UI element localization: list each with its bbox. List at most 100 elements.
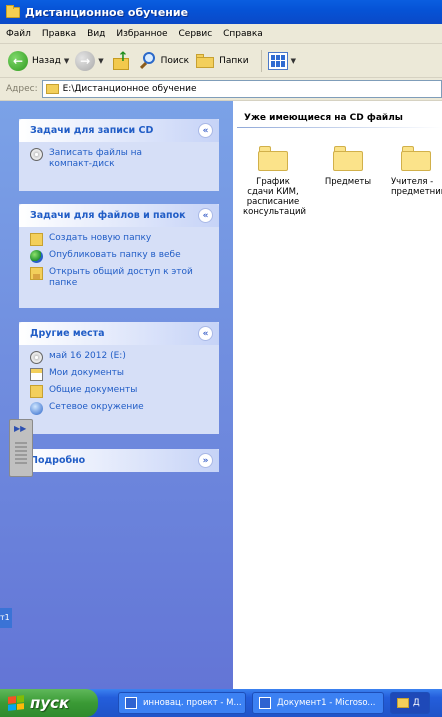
- chevron-down-icon[interactable]: ▼: [291, 57, 296, 65]
- folder-label: Учителя - предметник: [391, 177, 442, 197]
- new-folder-icon: [30, 233, 43, 246]
- cd-burn-icon: [30, 148, 43, 161]
- other-places-title: Другие места: [30, 328, 105, 339]
- title-bar[interactable]: Дистанционное обучение: [0, 0, 442, 24]
- chevron-down-icon[interactable]: ▼: [64, 57, 69, 65]
- search-icon: [138, 51, 158, 71]
- up-button[interactable]: ↑: [110, 50, 132, 72]
- forward-arrow-icon: →: [75, 50, 96, 71]
- other-places-panel: Другие места « май 16 2012 (E:) Мои доку…: [19, 322, 219, 434]
- menu-help[interactable]: Справка: [223, 29, 263, 39]
- toolbar: ← Назад ▼ → ▼ ↑ Поиск Папки ▼: [0, 44, 442, 78]
- start-label: пуск: [30, 694, 70, 712]
- folder-label: Предметы: [324, 177, 372, 187]
- collapse-icon[interactable]: «: [198, 326, 213, 341]
- address-bar: Адрес: E:\Дистанционное обучение: [0, 78, 442, 101]
- word-icon: [125, 697, 137, 709]
- address-input[interactable]: E:\Дистанционное обучение: [41, 80, 442, 98]
- file-tasks-title: Задачи для файлов и папок: [30, 210, 186, 221]
- collapse-icon[interactable]: «: [198, 123, 213, 138]
- group-header: Уже имеющиеся на CD файлы: [244, 113, 403, 123]
- place-label: май 16 2012 (E:): [49, 351, 126, 361]
- views-button[interactable]: ▼: [267, 51, 296, 70]
- place-my-documents[interactable]: Мои документы: [30, 368, 211, 381]
- cd-tasks-title: Задачи для записи CD: [30, 125, 154, 136]
- task-share-folder[interactable]: Открыть общий доступ к этой папке: [30, 267, 211, 289]
- chevron-down-icon[interactable]: ▼: [98, 57, 103, 65]
- back-button[interactable]: ← Назад ▼: [8, 50, 69, 71]
- menu-file[interactable]: Файл: [6, 29, 31, 39]
- cd-tasks-header[interactable]: Задачи для записи CD «: [19, 119, 219, 142]
- grip-icon: [15, 442, 27, 466]
- place-shared-documents[interactable]: Общие документы: [30, 385, 211, 398]
- share-folder-icon: [30, 267, 43, 280]
- back-label: Назад: [32, 55, 61, 66]
- menu-edit[interactable]: Правка: [42, 29, 76, 39]
- back-arrow-icon: ←: [8, 50, 28, 71]
- globe-icon: [30, 250, 43, 263]
- place-label: Общие документы: [49, 385, 138, 395]
- hidden-window-fragment[interactable]: т1: [0, 608, 12, 628]
- taskbar: пуск инновац. проект - M... Документ1 - …: [0, 689, 442, 717]
- collapse-icon[interactable]: «: [198, 208, 213, 223]
- folder-icon: [397, 698, 409, 708]
- file-list-area[interactable]: Уже имеющиеся на CD файлы График сдачи К…: [233, 101, 442, 689]
- taskbar-item[interactable]: Документ1 - Microso...: [252, 692, 384, 714]
- cd-tasks-panel: Задачи для записи CD « Записать файлы на…: [19, 119, 219, 191]
- taskbar-item[interactable]: Д: [390, 692, 430, 714]
- address-value: E:\Дистанционное обучение: [62, 84, 197, 94]
- forward-button[interactable]: → ▼: [75, 50, 104, 71]
- place-network[interactable]: Сетевое окружение: [30, 402, 211, 415]
- taskbar-item-label: инновац. проект - M...: [143, 698, 242, 708]
- folder-item[interactable]: Учителя - предметник: [385, 145, 442, 197]
- cd-drive-icon: [30, 351, 43, 364]
- menu-view[interactable]: Вид: [87, 29, 105, 39]
- task-pane: Задачи для записи CD « Записать файлы на…: [0, 101, 233, 689]
- menu-tools[interactable]: Сервис: [179, 29, 213, 39]
- folder-icon: [401, 145, 431, 171]
- folder-item[interactable]: Предметы: [318, 145, 378, 187]
- side-grip-handle[interactable]: ▶▶: [9, 419, 33, 477]
- group-divider: [237, 127, 442, 128]
- folder-icon: [6, 4, 20, 18]
- task-publish-web[interactable]: Опубликовать папку в вебе: [30, 250, 211, 263]
- folders-icon: [195, 53, 215, 69]
- task-label: Опубликовать папку в вебе: [49, 250, 181, 260]
- task-label: Открыть общий доступ к этой папке: [49, 267, 193, 288]
- folder-icon: [45, 84, 59, 94]
- menu-favorites[interactable]: Избранное: [116, 29, 167, 39]
- place-label: Сетевое окружение: [49, 402, 144, 412]
- folder-item[interactable]: График сдачи КИМ, расписание консультаци…: [243, 145, 307, 217]
- folders-label: Папки: [219, 55, 249, 66]
- details-panel: Подробно »: [19, 449, 219, 472]
- other-places-header[interactable]: Другие места «: [19, 322, 219, 345]
- folder-icon: [258, 145, 288, 171]
- search-button[interactable]: Поиск: [138, 51, 189, 71]
- menu-bar: Файл Правка Вид Избранное Сервис Справка: [0, 24, 442, 44]
- taskbar-item-label: Д: [413, 698, 420, 708]
- file-tasks-header[interactable]: Задачи для файлов и папок «: [19, 204, 219, 227]
- toolbar-separator: [260, 49, 262, 72]
- my-documents-icon: [30, 368, 43, 381]
- network-icon: [30, 402, 43, 415]
- task-burn-files[interactable]: Записать файлы на компакт-диск: [30, 148, 211, 170]
- task-label: Создать новую папку: [49, 233, 152, 243]
- views-icon: [267, 51, 288, 70]
- expand-arrow-icon: ▶▶: [14, 424, 27, 433]
- address-label: Адрес:: [6, 84, 38, 94]
- word-icon: [259, 697, 271, 709]
- start-button[interactable]: пуск: [0, 689, 98, 717]
- expand-icon[interactable]: »: [198, 453, 213, 468]
- folder-label: График сдачи КИМ, расписание консультаци…: [243, 177, 307, 217]
- details-header[interactable]: Подробно »: [19, 449, 219, 472]
- task-new-folder[interactable]: Создать новую папку: [30, 233, 211, 246]
- place-label: Мои документы: [49, 368, 125, 378]
- windows-logo-icon: [8, 695, 24, 711]
- folders-button[interactable]: Папки: [195, 53, 249, 69]
- folder-icon: [333, 145, 363, 171]
- window-title: Дистанционное обучение: [25, 5, 189, 19]
- details-title: Подробно: [30, 455, 86, 466]
- taskbar-item-label: Документ1 - Microso...: [277, 698, 376, 708]
- taskbar-item[interactable]: инновац. проект - M...: [118, 692, 246, 714]
- place-drive-e[interactable]: май 16 2012 (E:): [30, 351, 211, 364]
